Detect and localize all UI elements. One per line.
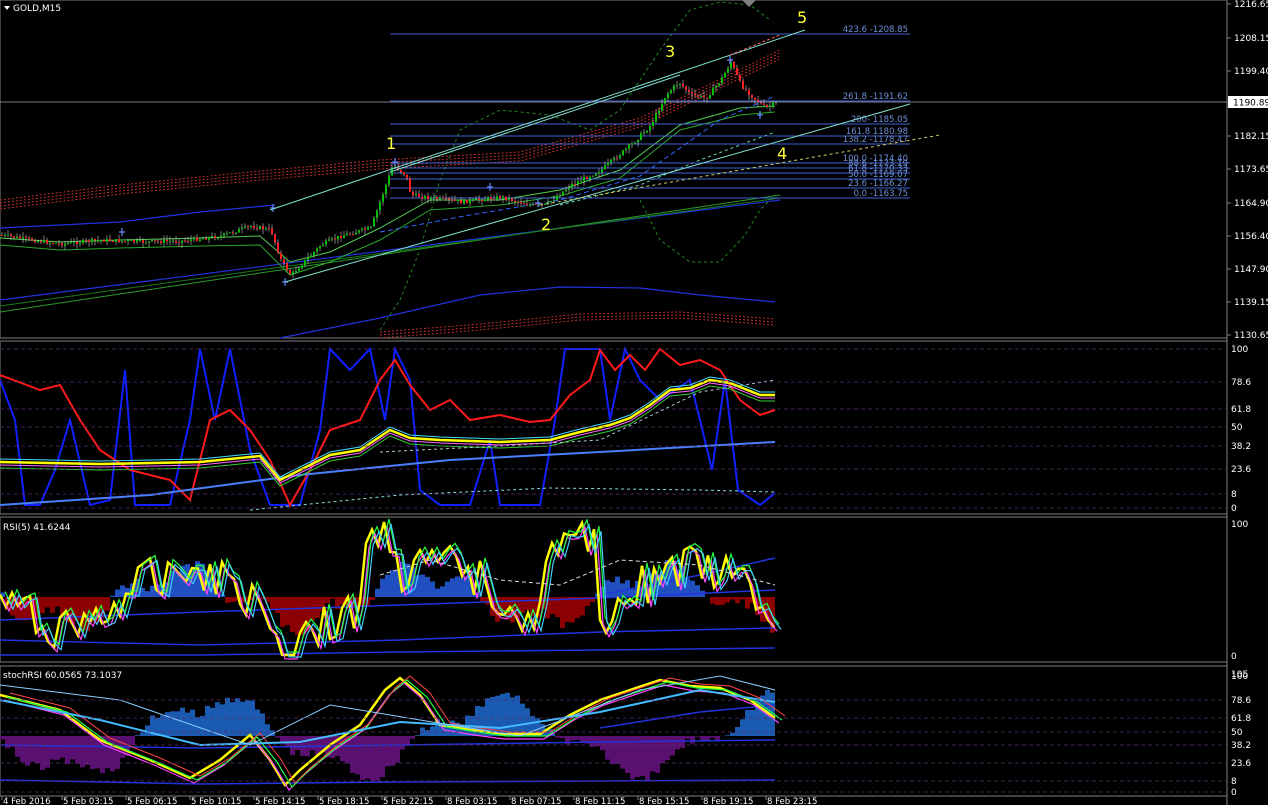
wave-label-1: 1 <box>386 134 396 153</box>
panel2-tick-label: 50 <box>1231 423 1243 433</box>
time-tick-label: 5 Feb 03:15 <box>63 797 113 805</box>
time-tick-label: 8 Feb 19:15 <box>703 797 753 805</box>
fib-level-label: 138.2 -1178.47 <box>843 135 908 145</box>
panel4-tick-label: 38.2 <box>1231 741 1251 751</box>
price-axis: 1216.65 1208.15 1199.40 1182.15 1173.65 1164.… <box>1227 0 1268 341</box>
time-tick-label: 5 Feb 06:15 <box>127 797 177 805</box>
fib-level-label: 200- 1185.05 <box>851 115 908 125</box>
symbol-title: GOLD,M15 <box>13 4 61 14</box>
price-tick-label: 1173.65 <box>1234 165 1268 175</box>
time-tick-label: 5 Feb 22:15 <box>383 797 433 805</box>
price-tick-label: 1164.90 <box>1234 199 1268 209</box>
fib-level-label: 423.6 -1208.85 <box>843 25 908 35</box>
panel4-tick-label: 50 <box>1231 728 1243 738</box>
time-tick-label: 8 Feb 23:15 <box>767 797 817 805</box>
wave-label-3: 3 <box>665 42 675 61</box>
price-tick-label: 1139.15 <box>1234 298 1268 308</box>
fib-level-label: 261.8 -1191.62 <box>843 92 908 102</box>
panel4-tick-label: 0 <box>1231 788 1237 798</box>
time-tick-label: 8 Feb 07:15 <box>511 797 561 805</box>
price-tick-label: 1130.65 <box>1234 331 1268 341</box>
fib-level-label: 0.0 -1163.75 <box>854 189 908 199</box>
panel3-tick-label: 0 <box>1231 652 1237 662</box>
price-tick-label: 1216.65 <box>1234 0 1268 10</box>
time-tick-label: 8 Feb 11:15 <box>575 797 625 805</box>
symbol-title-group: GOLD,M15 <box>4 4 61 14</box>
time-tick-label: 8 Feb 15:15 <box>639 797 689 805</box>
time-tick-label: 8 Feb 03:15 <box>447 797 497 805</box>
wave-label-2: 2 <box>541 215 551 234</box>
price-tick-label: 1147.90 <box>1234 265 1268 275</box>
time-tick-label: 4 Feb 2016 <box>3 797 51 805</box>
panel2-tick-label: 23.6 <box>1231 465 1251 475</box>
fib-level-label: 23.6 -1166.27 <box>848 179 908 189</box>
panel4-tick-label: 78.6 <box>1231 696 1251 706</box>
wave-label-5: 5 <box>797 8 807 27</box>
price-tick-label: 1156.40 <box>1234 232 1268 242</box>
panel2-tick-label: 78.6 <box>1231 378 1251 388</box>
panel2-tick-label: 100 <box>1231 345 1248 355</box>
panel4-tick-label: 8 <box>1231 777 1237 787</box>
panel2-tick-label: 0 <box>1231 504 1237 514</box>
panel2-tick-label: 38.2 <box>1231 442 1251 452</box>
rsi-panel-title: RSI(5) 41.6244 <box>3 523 71 533</box>
panel4-tick-label: 23.6 <box>1231 759 1251 769</box>
price-tick-label: 1208.15 <box>1234 34 1268 44</box>
time-axis: 4 Feb 2016 5 Feb 03:15 5 Feb 06:15 5 Feb 10… <box>1 796 817 805</box>
panel3-axis: 100 0 <box>1231 520 1248 662</box>
time-tick-label: 5 Feb 18:15 <box>319 797 369 805</box>
wave-label-4: 4 <box>777 144 787 163</box>
panel2-tick-label: 8 <box>1231 490 1237 500</box>
panel2-tick-label: 61.8 <box>1231 405 1251 415</box>
price-tick-label: 1199.40 <box>1234 67 1268 77</box>
time-tick-label: 5 Feb 14:15 <box>255 797 305 805</box>
panel3-tick-label: 100 <box>1231 520 1248 530</box>
stochrsi-panel-title: stochRSI 60.0565 73.1037 <box>3 671 122 681</box>
current-price-label: 1190.89 <box>1233 99 1268 109</box>
panel4-tick-label: 61.8 <box>1231 714 1251 724</box>
time-tick-label: 5 Feb 10:15 <box>191 797 241 805</box>
panel4-tick-label: 100 <box>1231 672 1248 682</box>
chart-window[interactable]: 423.6 -1208.85 261.8 -1191.62 200- 1185.05… <box>0 0 1268 805</box>
price-tick-label: 1182.15 <box>1234 132 1268 142</box>
